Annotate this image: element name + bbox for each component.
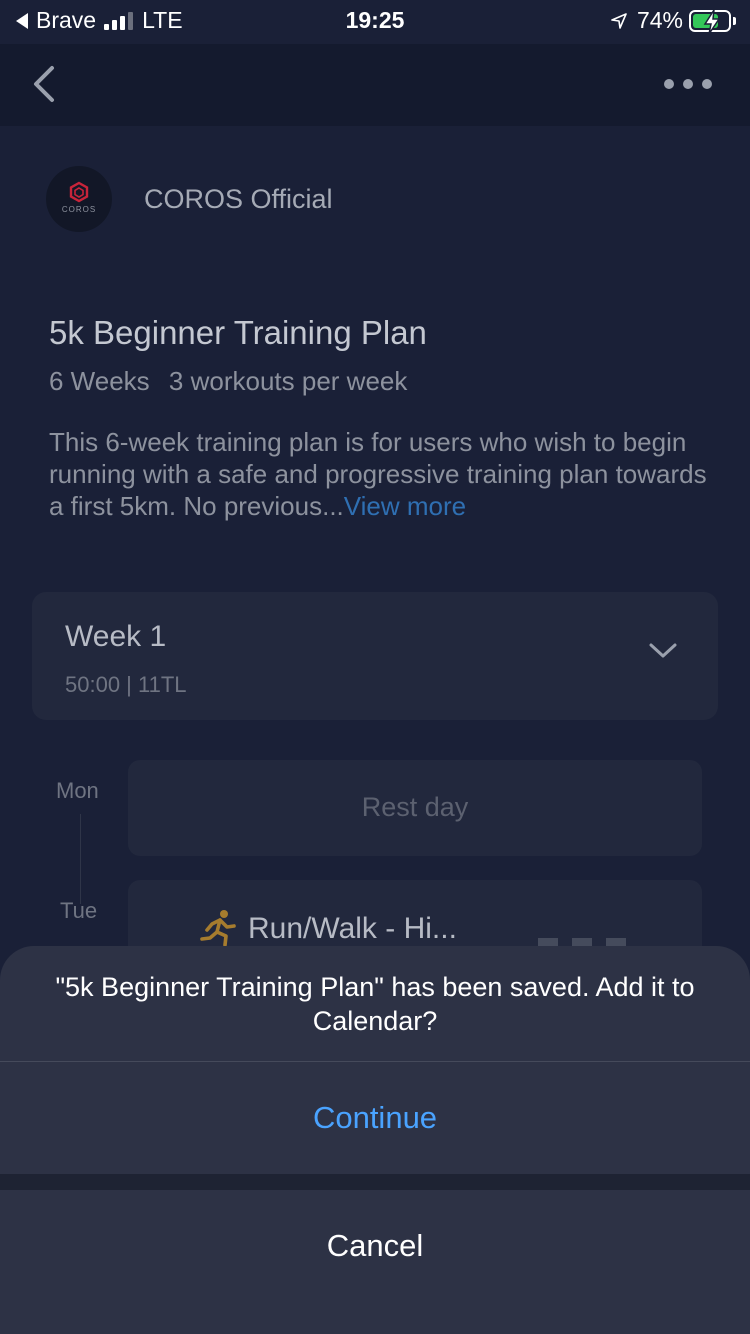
ellipsis-dot (683, 79, 693, 89)
coros-logo-avatar: COROS (46, 166, 112, 232)
continue-button[interactable]: Continue (0, 1062, 750, 1174)
author-name: COROS Official (144, 183, 333, 214)
plan-meta: 6 Weeks 3 workouts per week (49, 366, 407, 397)
coros-logo-icon: COROS (62, 181, 96, 214)
day-label-tue: Tue (60, 898, 98, 923)
plan-description: This 6-week training plan is for users w… (49, 426, 709, 522)
status-right: 74% (611, 7, 736, 34)
rest-day-card: Rest day (128, 760, 702, 856)
location-arrow-icon (611, 12, 627, 29)
chevron-left-icon (34, 66, 54, 102)
rest-day-label: Rest day (361, 792, 469, 822)
runner-icon (200, 910, 236, 947)
ellipsis-dot (702, 79, 712, 89)
svg-text:COROS: COROS (62, 205, 96, 214)
nav-bar (0, 44, 750, 126)
more-options-button[interactable] (664, 72, 712, 96)
chevron-down-icon (649, 643, 677, 658)
status-bar: Brave LTE 19:25 74% (0, 0, 750, 44)
week-selector[interactable]: Week 1 50:00 | 11TL (32, 592, 718, 720)
charging-bolt-icon (703, 9, 721, 34)
author-row[interactable]: COROS COROS Official (46, 166, 333, 232)
timeline-line (80, 814, 81, 904)
action-sheet: "5k Beginner Training Plan" has been sav… (0, 946, 750, 1174)
view-more-link[interactable]: View more (344, 491, 466, 521)
week-title: Week 1 (65, 620, 167, 653)
action-sheet-gap (0, 1174, 750, 1190)
battery-icon (689, 9, 731, 34)
battery-percent: 74% (636, 7, 683, 33)
day-label-mon: Mon (56, 778, 99, 803)
back-button[interactable] (28, 62, 64, 106)
screen: Brave LTE 19:25 74% COROS COROS Official… (0, 0, 750, 1334)
plan-title: 5k Beginner Training Plan (49, 314, 427, 351)
plan-duration: 6 Weeks (49, 366, 150, 396)
week-summary: 50:00 | 11TL (65, 672, 187, 697)
ellipsis-dot (664, 79, 674, 89)
plan-frequency: 3 workouts per week (168, 366, 408, 396)
battery-tip (733, 16, 736, 25)
action-sheet-message: "5k Beginner Training Plan" has been sav… (55, 972, 695, 1036)
workout-title: Run/Walk - Hi... (248, 912, 457, 945)
cancel-button[interactable]: Cancel (0, 1190, 750, 1334)
